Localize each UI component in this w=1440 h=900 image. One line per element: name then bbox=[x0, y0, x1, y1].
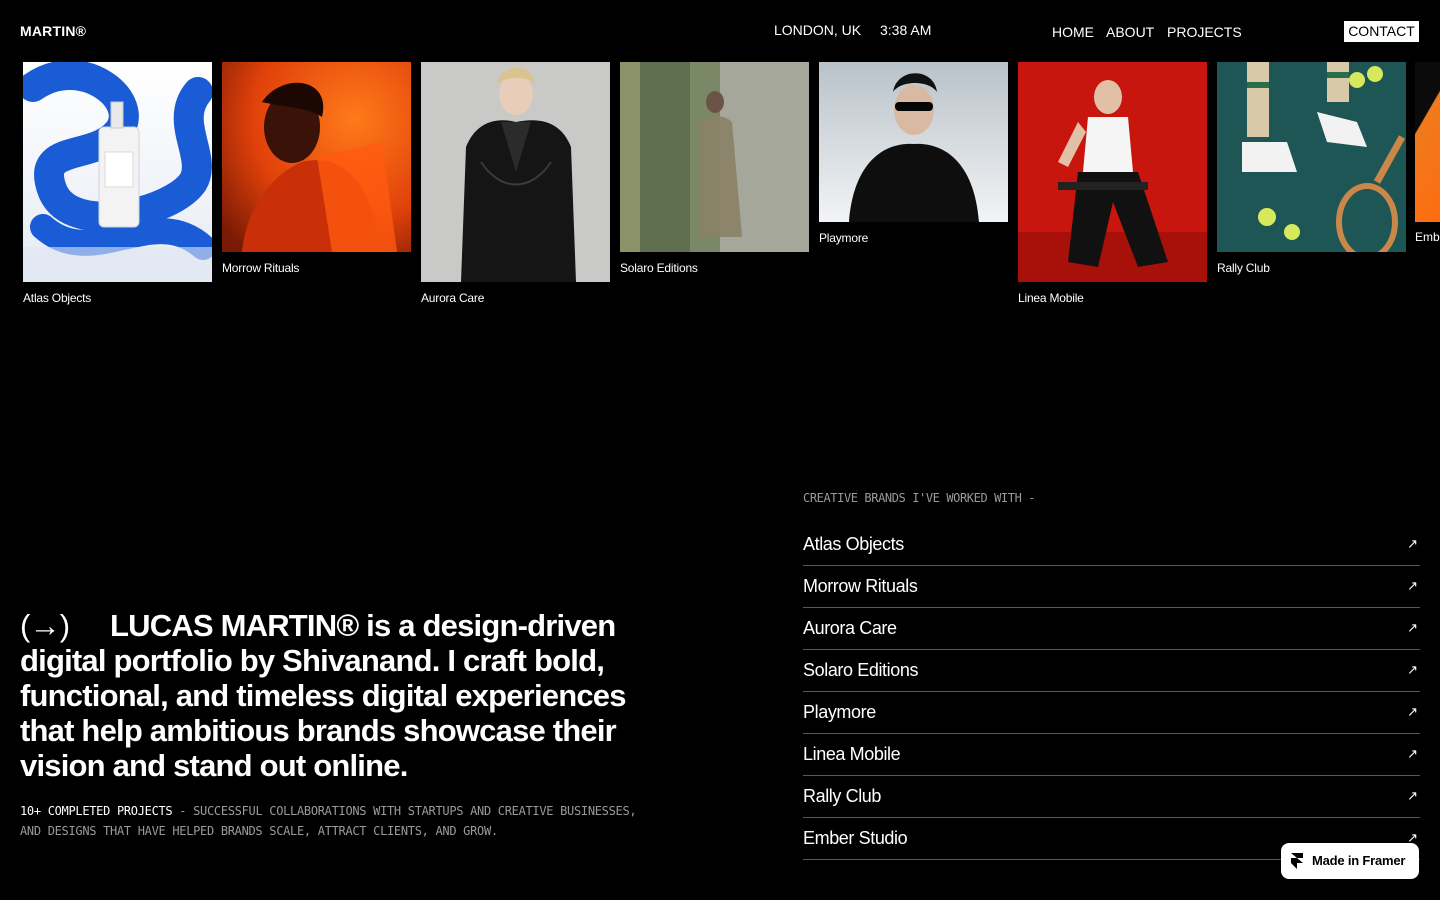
project-image bbox=[23, 62, 212, 282]
external-link-icon: ↗ bbox=[1407, 620, 1418, 635]
project-image bbox=[620, 62, 809, 252]
brand-row-morrow-rituals[interactable]: Morrow Rituals ↗ bbox=[803, 566, 1420, 608]
brand-name: Solaro Editions bbox=[803, 660, 919, 680]
project-card-solaro-editions[interactable]: Solaro Editions bbox=[620, 62, 809, 275]
location-label: LONDON, UK bbox=[774, 22, 862, 38]
brand-name: Atlas Objects bbox=[803, 534, 904, 554]
nav-projects[interactable]: PROJECTS bbox=[1167, 24, 1242, 40]
project-image bbox=[1018, 62, 1207, 282]
project-card-rally-club[interactable]: Rally Club bbox=[1217, 62, 1406, 275]
brand-row-solaro-editions[interactable]: Solaro Editions ↗ bbox=[803, 650, 1420, 692]
project-card-atlas-objects[interactable]: Atlas Objects bbox=[23, 62, 212, 305]
external-link-icon: ↗ bbox=[1407, 788, 1418, 803]
nav-about[interactable]: ABOUT bbox=[1106, 24, 1154, 40]
brand-row-playmore[interactable]: Playmore ↗ bbox=[803, 692, 1420, 734]
project-image bbox=[222, 62, 411, 252]
project-card-morrow-rituals[interactable]: Morrow Rituals bbox=[222, 62, 411, 275]
external-link-icon: ↗ bbox=[1407, 746, 1418, 761]
site-logo[interactable]: MARTIN® bbox=[20, 23, 86, 39]
brand-name: Playmore bbox=[803, 702, 876, 722]
contact-button[interactable]: CONTACT bbox=[1344, 21, 1419, 42]
brand-name: Ember Studio bbox=[803, 828, 908, 848]
arrow-icon: (→) bbox=[20, 608, 70, 643]
project-card-aurora-care[interactable]: Aurora Care bbox=[421, 62, 610, 305]
brands-heading: CREATIVE BRANDS I'VE WORKED WITH - bbox=[803, 491, 1036, 505]
project-card-playmore[interactable]: Playmore bbox=[819, 62, 1008, 245]
project-card-ember-studio-image[interactable] bbox=[1415, 62, 1440, 222]
brand-row-atlas-objects[interactable]: Atlas Objects ↗ bbox=[803, 524, 1420, 566]
project-caption: Morrow Rituals bbox=[222, 261, 300, 275]
brand-name: Linea Mobile bbox=[803, 744, 901, 764]
local-time: 3:38 AM bbox=[880, 22, 932, 38]
project-caption: Linea Mobile bbox=[1018, 291, 1084, 305]
project-card-linea-mobile[interactable]: Linea Mobile bbox=[1018, 62, 1207, 305]
brand-list: Atlas Objects ↗ Morrow Rituals ↗ Aurora … bbox=[803, 524, 1420, 860]
intro-statement: (→) LUCAS MARTIN® is a design-driven digi… bbox=[20, 608, 640, 783]
project-caption: Aurora Care bbox=[421, 291, 485, 305]
project-caption: Emb bbox=[1415, 230, 1440, 244]
brand-name: Rally Club bbox=[803, 786, 882, 806]
framer-logo-icon bbox=[1291, 853, 1303, 869]
nav-home[interactable]: HOME bbox=[1052, 24, 1094, 40]
brand-name: Morrow Rituals bbox=[803, 576, 918, 596]
brand-name: Aurora Care bbox=[803, 618, 897, 638]
intro-subtext: 10+ COMPLETED PROJECTS - SUCCESSFUL COLL… bbox=[20, 802, 645, 841]
brand-row-linea-mobile[interactable]: Linea Mobile ↗ bbox=[803, 734, 1420, 776]
project-caption: Atlas Objects bbox=[23, 291, 92, 305]
intro-text: LUCAS MARTIN® is a design-driven digital… bbox=[20, 608, 626, 783]
project-caption: Solaro Editions bbox=[620, 261, 698, 275]
external-link-icon: ↗ bbox=[1407, 536, 1418, 551]
project-caption: Rally Club bbox=[1217, 261, 1270, 275]
brand-row-aurora-care[interactable]: Aurora Care ↗ bbox=[803, 608, 1420, 650]
made-in-framer-badge[interactable]: Made in Framer bbox=[1281, 843, 1419, 879]
external-link-icon: ↗ bbox=[1407, 704, 1418, 719]
completed-projects-label: 10+ COMPLETED PROJECTS bbox=[20, 804, 173, 818]
external-link-icon: ↗ bbox=[1407, 662, 1418, 677]
badge-label: Made in Framer bbox=[1312, 853, 1406, 868]
project-image bbox=[1217, 62, 1406, 252]
project-image bbox=[819, 62, 1008, 222]
external-link-icon: ↗ bbox=[1407, 578, 1418, 593]
project-image bbox=[421, 62, 610, 282]
project-caption: Playmore bbox=[819, 231, 869, 245]
brand-row-rally-club[interactable]: Rally Club ↗ bbox=[803, 776, 1420, 818]
